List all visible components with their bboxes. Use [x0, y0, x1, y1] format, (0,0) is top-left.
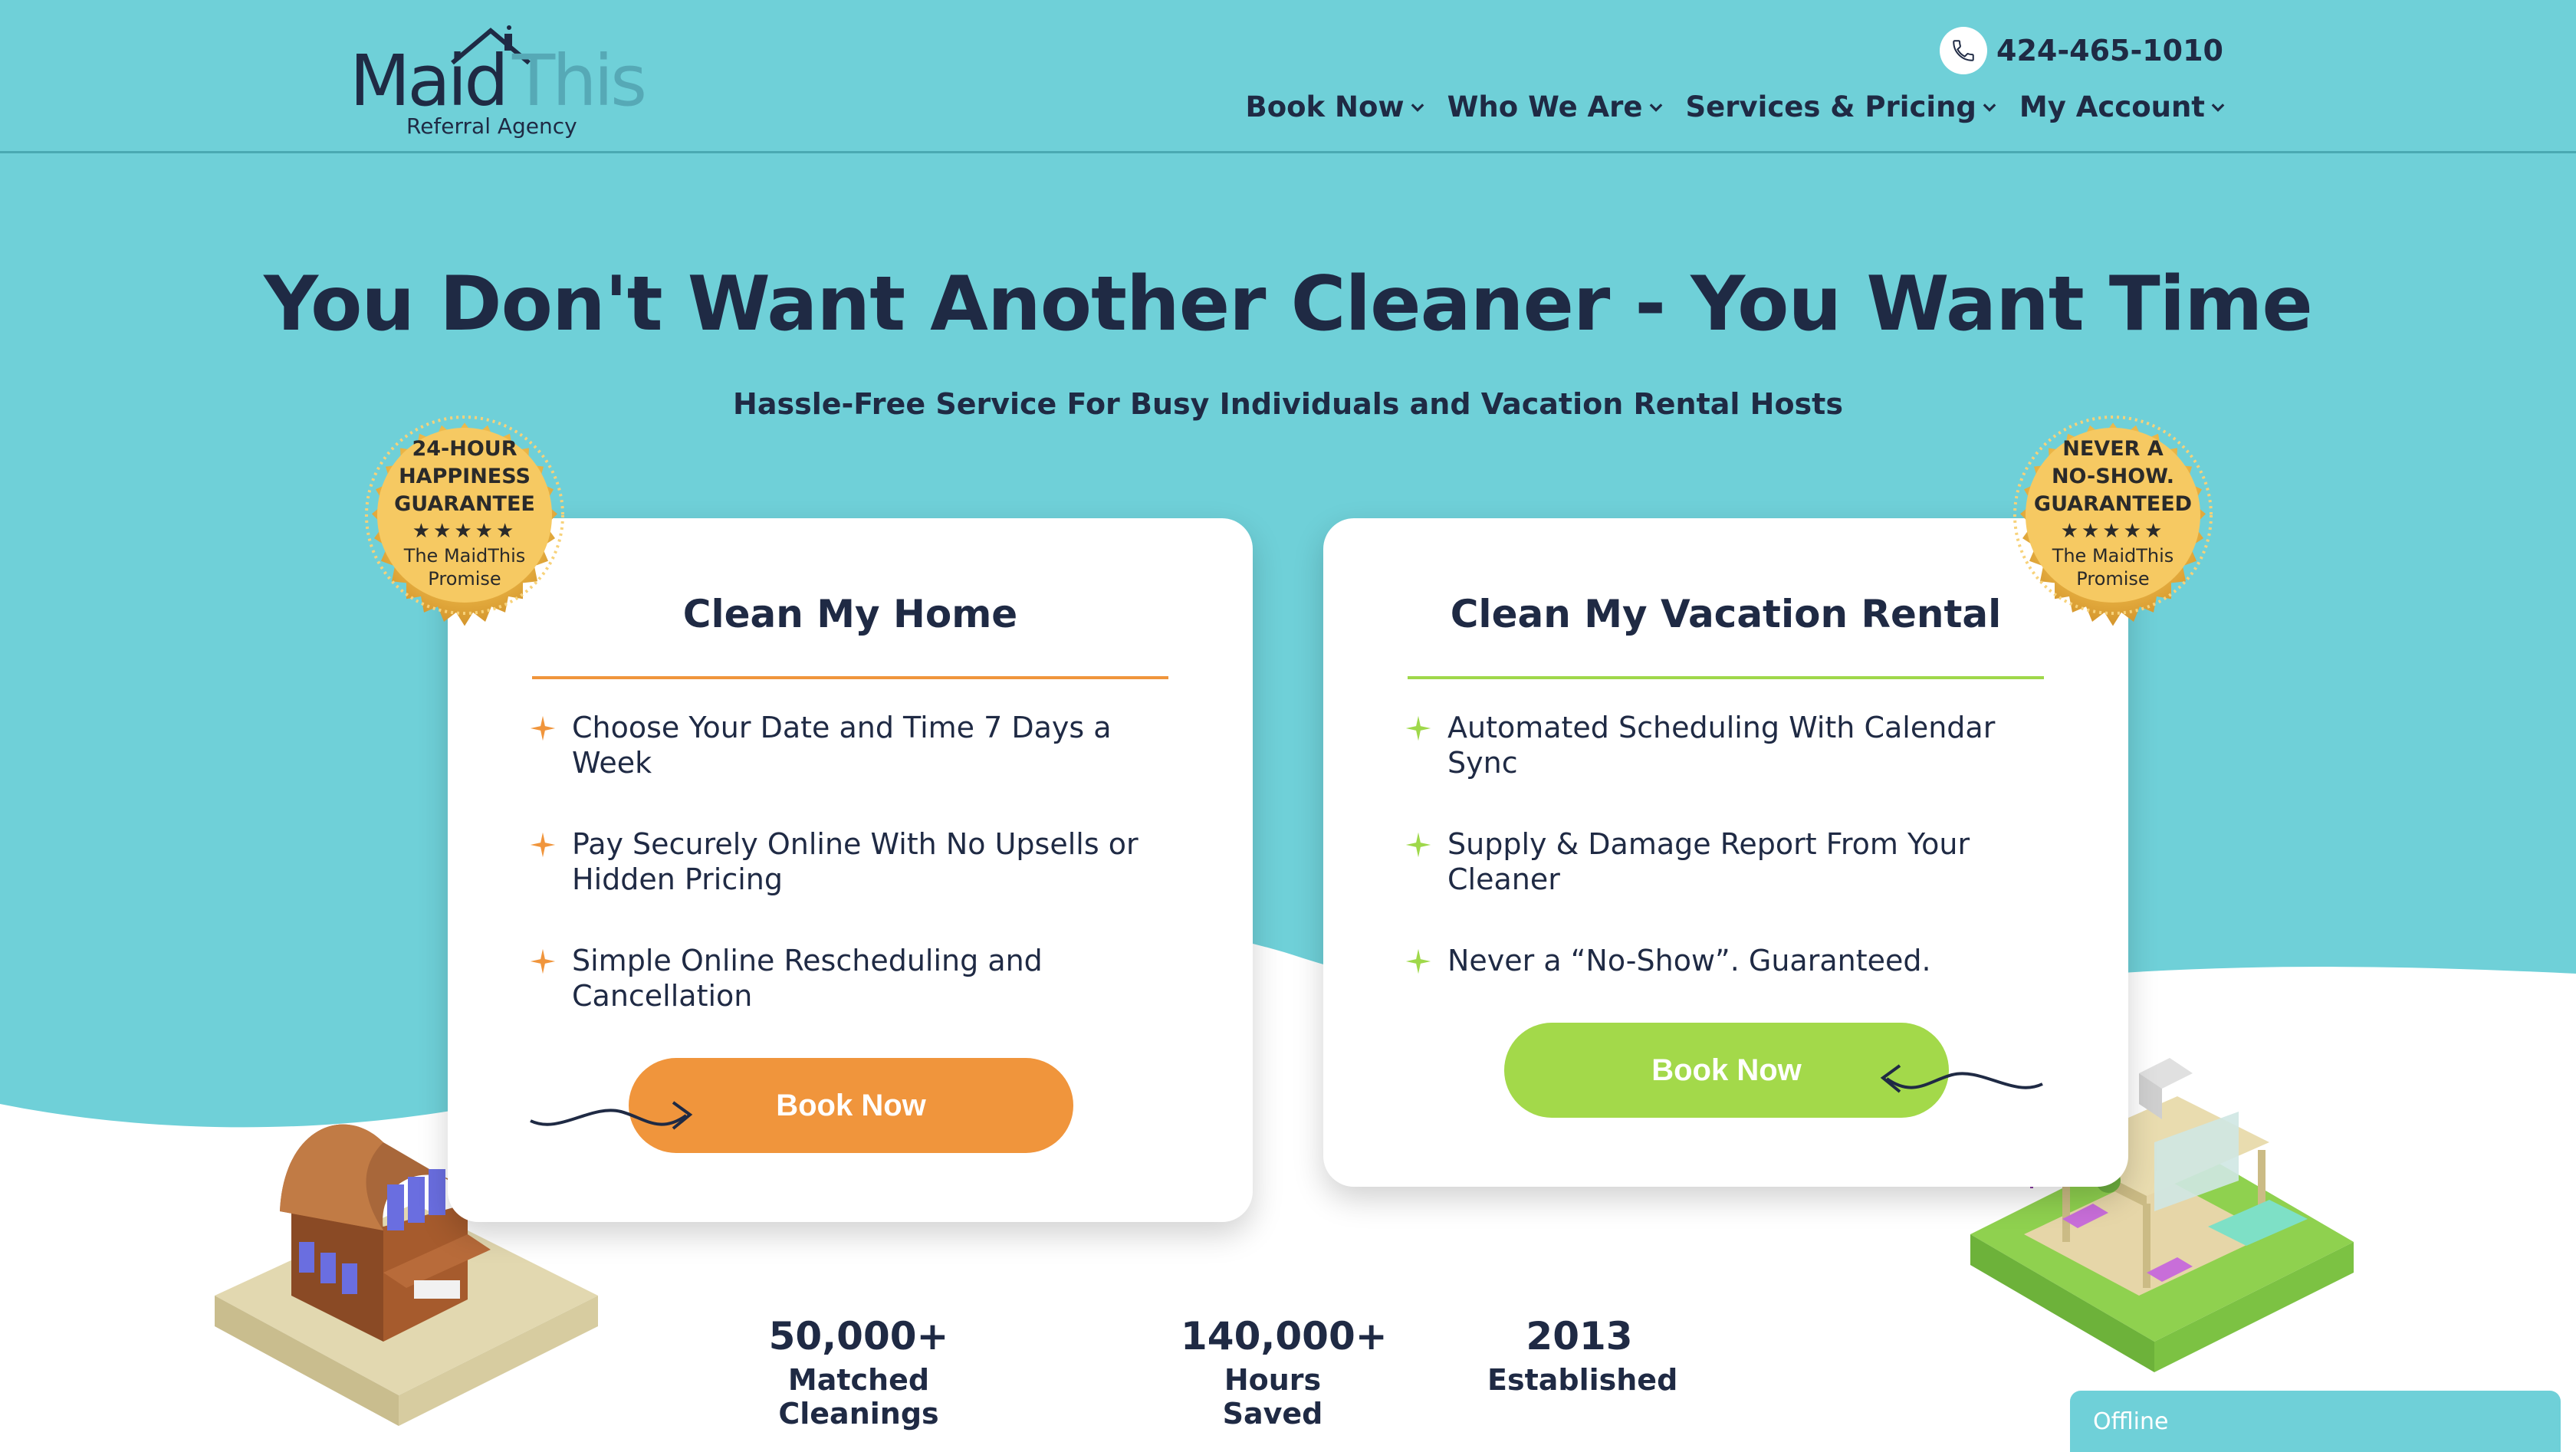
- squiggle-arrow-right-icon: [530, 1101, 693, 1130]
- sparkle-icon: [1405, 832, 1431, 858]
- logo-wordmark-maid: Maid: [350, 40, 509, 122]
- seal-stars: ★★★★★: [412, 520, 518, 543]
- phone-contact[interactable]: 424-465-1010: [1940, 26, 2223, 75]
- nav-label: Book Now: [1245, 90, 1405, 123]
- nav-my-account[interactable]: My Account: [2019, 90, 2225, 123]
- stat-value: 2013: [1526, 1314, 1633, 1358]
- stat-label: Matched Cleanings: [778, 1363, 939, 1431]
- list-item-text: Pay Securely Online With No Upsells or H…: [572, 827, 1138, 896]
- stat-label: Established: [1487, 1363, 1678, 1397]
- stat-established: 2013 Established: [1487, 1314, 1678, 1397]
- seal-caption: The MaidThis: [403, 545, 526, 567]
- nav-services-pricing[interactable]: Services & Pricing: [1686, 90, 1996, 123]
- sparkle-icon: [530, 715, 556, 741]
- stat-value: 50,000+: [768, 1314, 949, 1358]
- stat-matched-cleanings: 50,000+ Matched Cleanings: [767, 1314, 951, 1431]
- seal-line: NEVER A: [2062, 437, 2164, 461]
- seal-line: HAPPINESS: [399, 465, 531, 488]
- seal-caption: The MaidThis: [2052, 545, 2174, 567]
- nav-label: Who We Are: [1447, 90, 1643, 123]
- phone-number[interactable]: 424-465-1010: [1996, 34, 2223, 67]
- chevron-down-icon: [1983, 103, 1996, 112]
- main-nav: Book Now Who We Are Services & Pricing M…: [1246, 90, 2225, 123]
- list-item: Supply & Damage Report From Your Cleaner: [1405, 826, 2064, 897]
- logo-wordmark-this: This: [512, 40, 647, 122]
- sparkle-icon: [1405, 948, 1431, 974]
- seal-line: NO-SHOW.: [2051, 465, 2175, 488]
- list-item: Choose Your Date and Time 7 Days a Week: [529, 710, 1188, 780]
- list-item-text: Never a “No-Show”. Guaranteed.: [1447, 944, 1931, 977]
- list-item-text: Automated Scheduling With Calendar Sync: [1447, 711, 1996, 780]
- chat-widget-offline-tab[interactable]: Offline: [2070, 1391, 2561, 1452]
- site-header: Maid This Referral Agency 424-465-1010 B…: [0, 0, 2576, 153]
- nav-label: Services & Pricing: [1685, 90, 1976, 123]
- list-item-text: Choose Your Date and Time 7 Days a Week: [572, 711, 1112, 780]
- chevron-down-icon: [1649, 103, 1662, 112]
- list-item-text: Supply & Damage Report From Your Cleaner: [1447, 827, 1970, 896]
- seal-caption: Promise: [428, 568, 501, 590]
- feature-list: Choose Your Date and Time 7 Days a Week …: [529, 710, 1188, 1059]
- phone-icon: [1940, 27, 1988, 74]
- maidthis-logo[interactable]: Maid This Referral Agency: [345, 23, 647, 146]
- hero-title: You Don't Want Another Cleaner - You Wan…: [264, 261, 2313, 348]
- list-item: Simple Online Rescheduling and Cancellat…: [529, 943, 1188, 1013]
- chevron-down-icon: [1411, 103, 1424, 112]
- seal-line: 24-HOUR: [412, 437, 518, 461]
- card-divider: [1408, 676, 2044, 679]
- sparkle-icon: [530, 832, 556, 858]
- list-item: Automated Scheduling With Calendar Sync: [1405, 710, 2064, 780]
- nav-who-we-are[interactable]: Who We Are: [1447, 90, 1663, 123]
- nav-book-now[interactable]: Book Now: [1246, 90, 1424, 123]
- sparkle-icon: [530, 948, 556, 974]
- stat-value: 140,000+: [1181, 1314, 1388, 1358]
- seal-stars: ★★★★★: [2060, 520, 2166, 543]
- list-item: Pay Securely Online With No Upsells or H…: [529, 826, 1188, 897]
- no-show-guarantee-seal: NEVER A NO-SHOW. GUARANTEED ★★★★★ The Ma…: [1983, 385, 2243, 646]
- sparkle-icon: [1405, 715, 1431, 741]
- logo-tagline: Referral Agency: [406, 113, 577, 139]
- stats-bar: 50,000+ Matched Cleanings 140,000+ Hours…: [767, 1314, 1717, 1431]
- list-item-text: Simple Online Rescheduling and Cancellat…: [572, 944, 1043, 1013]
- nav-label: My Account: [2019, 90, 2205, 123]
- card-divider: [532, 676, 1168, 679]
- feature-list: Automated Scheduling With Calendar Sync …: [1405, 710, 2064, 1024]
- seal-line: GUARANTEE: [394, 492, 535, 516]
- squiggle-arrow-left-icon: [1880, 1064, 2043, 1093]
- seal-caption: Promise: [2076, 568, 2150, 590]
- stat-hours-saved: 140,000+ Hours Saved: [1181, 1314, 1388, 1431]
- list-item: Never a “No-Show”. Guaranteed.: [1405, 943, 2064, 978]
- seal-line: GUARANTEED: [2033, 492, 2193, 516]
- stat-label: Hours Saved: [1222, 1363, 1323, 1431]
- happiness-guarantee-seal: 24-HOUR HAPPINESS GUARANTEE ★★★★★ The Ma…: [334, 385, 595, 646]
- chevron-down-icon: [2211, 103, 2225, 112]
